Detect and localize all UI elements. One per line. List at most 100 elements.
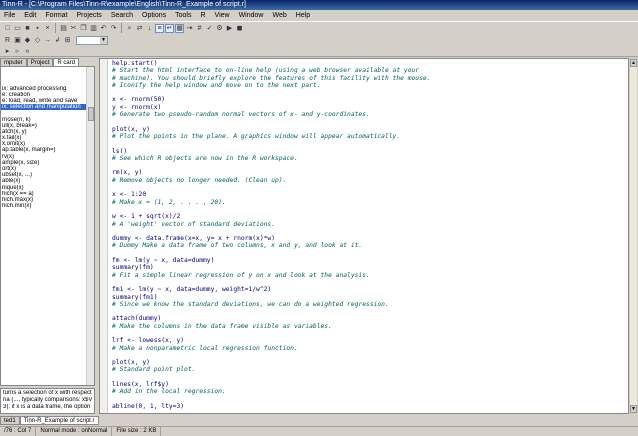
- goto-line-icon[interactable]: ↓: [145, 24, 154, 33]
- list-item-selected[interactable]: ix: selection and manipulation: [1, 104, 87, 111]
- code-line[interactable]: [112, 279, 628, 286]
- code-line[interactable]: [112, 352, 628, 359]
- menu-format[interactable]: Format: [41, 10, 72, 21]
- cut-icon[interactable]: ✂: [69, 24, 78, 33]
- comment-line[interactable]: # Make x = (1, 2, . . . , 20).: [112, 199, 628, 206]
- code-line[interactable]: fm <- lm(y ~ x, data=dummy): [112, 257, 628, 264]
- tab-r-card[interactable]: R card: [53, 58, 80, 66]
- save-icon[interactable]: ■: [23, 24, 32, 33]
- code-line[interactable]: [112, 206, 628, 213]
- filter-select[interactable]: ▼: [76, 35, 108, 45]
- comment-line[interactable]: # Start the html interface to on-line he…: [112, 67, 628, 74]
- menu-window[interactable]: Window: [235, 10, 269, 21]
- comment-icon[interactable]: #: [195, 24, 204, 33]
- comment-line[interactable]: # Make the columns in the data frame vis…: [112, 323, 628, 330]
- settings-icon[interactable]: ⚙: [215, 24, 224, 33]
- menu-edit[interactable]: Edit: [20, 10, 41, 21]
- code-line[interactable]: plot(x, y): [112, 359, 628, 366]
- spell-icon[interactable]: ✓: [205, 24, 214, 33]
- comment-line[interactable]: # Plot the points in the plane. A graphi…: [112, 133, 628, 140]
- paste-icon[interactable]: ▥: [89, 24, 98, 33]
- scroll-up-icon[interactable]: ▲: [630, 59, 637, 67]
- code-line[interactable]: w <- 1 + sqrt(x)/2: [112, 213, 628, 220]
- code-line[interactable]: lrf <- lowess(x, y): [112, 337, 628, 344]
- toggle-line-numbers-icon[interactable]: ≡: [155, 23, 164, 33]
- code-line[interactable]: dummy <- data.frame(x=x, y= x + rnorm(x)…: [112, 235, 628, 242]
- code-line[interactable]: ls(): [112, 148, 628, 155]
- menu-options[interactable]: Options: [138, 10, 171, 21]
- comment-line[interactable]: # Dummy Make a data frame of two columns…: [112, 242, 628, 249]
- marker-icon[interactable]: ◆: [23, 36, 32, 45]
- code-line[interactable]: [112, 89, 628, 96]
- menu-projects[interactable]: Projects: [73, 10, 107, 21]
- code-line[interactable]: x <- 1:20: [112, 191, 628, 198]
- new-file-icon[interactable]: □: [3, 24, 12, 33]
- menu-search[interactable]: Search: [107, 10, 138, 21]
- search-icon[interactable]: ⌕: [125, 24, 134, 33]
- r-send-line-icon[interactable]: »: [23, 47, 32, 56]
- comment-line[interactable]: # See which R objects are now in the R w…: [112, 155, 628, 162]
- code-line[interactable]: [112, 162, 628, 169]
- comment-line[interactable]: # Generate two pseudo-random normal vect…: [112, 111, 628, 118]
- undo-icon[interactable]: ↶: [99, 24, 108, 33]
- r-send-selection-icon[interactable]: ▹: [13, 47, 22, 56]
- send-icon[interactable]: →: [43, 36, 52, 45]
- copy-icon[interactable]: ❐: [79, 24, 88, 33]
- bookmark-icon[interactable]: ◇: [33, 36, 42, 45]
- tab-untitled[interactable]: ted1: [0, 416, 20, 425]
- indent-icon[interactable]: ⇥: [185, 24, 194, 33]
- menu-help[interactable]: Help: [292, 10, 315, 21]
- comment-line[interactable]: # machine). You should briefly explore t…: [112, 75, 628, 82]
- code-line[interactable]: [112, 330, 628, 337]
- code-line[interactable]: [112, 308, 628, 315]
- tree-icon[interactable]: ⊞: [63, 36, 72, 45]
- code-line[interactable]: y <- rnorm(x): [112, 104, 628, 111]
- comment-line[interactable]: # Make a nonparametric local regression …: [112, 345, 628, 352]
- menu-web[interactable]: Web: [268, 10, 291, 21]
- open-folder-icon[interactable]: ▭: [13, 24, 22, 33]
- r-send-file-icon[interactable]: ▸: [3, 47, 12, 56]
- tab-project[interactable]: Project: [26, 58, 54, 66]
- code-area[interactable]: help.start() # Start the html interface t…: [112, 60, 628, 410]
- run-icon[interactable]: ▶: [225, 24, 234, 33]
- code-line[interactable]: x <- rnorm(50): [112, 96, 628, 103]
- print-icon[interactable]: ▤: [59, 24, 68, 33]
- toggle-wrap-icon[interactable]: ↵: [165, 23, 174, 33]
- left-scrollbar[interactable]: [86, 67, 94, 385]
- rgui-icon[interactable]: R: [3, 36, 12, 45]
- redo-icon[interactable]: ↷: [109, 24, 118, 33]
- code-line[interactable]: [112, 250, 628, 257]
- code-line[interactable]: lines(x, lrf$y): [112, 381, 628, 388]
- comment-line[interactable]: # A 'weight' vector of standard deviatio…: [112, 221, 628, 228]
- code-line[interactable]: summary(fm): [112, 264, 628, 271]
- wrap-icon[interactable]: ↲: [53, 36, 62, 45]
- code-line[interactable]: [112, 396, 628, 403]
- code-line[interactable]: [112, 118, 628, 125]
- chevron-down-icon[interactable]: ▼: [100, 36, 107, 44]
- comment-line[interactable]: # Standard point plot.: [112, 366, 628, 373]
- scrollbar-thumb[interactable]: [88, 107, 94, 121]
- save-all-icon[interactable]: ▪: [33, 24, 42, 33]
- code-line[interactable]: rm(x, y): [112, 169, 628, 176]
- code-line[interactable]: [112, 374, 628, 381]
- code-line[interactable]: abline(0, 1, lty=3): [112, 403, 628, 410]
- comment-line[interactable]: # Fit a simple linear regression of y on…: [112, 272, 628, 279]
- code-line[interactable]: plot(x, y): [112, 126, 628, 133]
- comment-line[interactable]: # Since we know the standard deviations,…: [112, 301, 628, 308]
- editor-scrollbar[interactable]: ▲ ▼: [629, 58, 638, 414]
- tab-computer[interactable]: mputer: [0, 58, 27, 66]
- rterm-icon[interactable]: ▣: [13, 36, 22, 45]
- menu-file[interactable]: File: [0, 10, 20, 21]
- code-line[interactable]: fm1 <- lm(y ~ x, data=dummy, weight=1/w^…: [112, 286, 628, 293]
- menu-view[interactable]: View: [211, 10, 235, 21]
- menu-r[interactable]: R: [196, 10, 210, 21]
- code-line[interactable]: attach(dummy): [112, 315, 628, 322]
- code-editor[interactable]: help.start() # Start the html interface t…: [99, 58, 629, 414]
- comment-line[interactable]: # Iconify the help window and move on to…: [112, 82, 628, 89]
- code-line[interactable]: [112, 184, 628, 191]
- toggle-highlight-icon[interactable]: ▦: [175, 23, 184, 33]
- replace-icon[interactable]: ⇄: [135, 24, 144, 33]
- code-line[interactable]: help.start(): [112, 60, 628, 67]
- code-line[interactable]: summary(fm1): [112, 294, 628, 301]
- comment-line[interactable]: # Remove objects no longer needed. (Clea…: [112, 177, 628, 184]
